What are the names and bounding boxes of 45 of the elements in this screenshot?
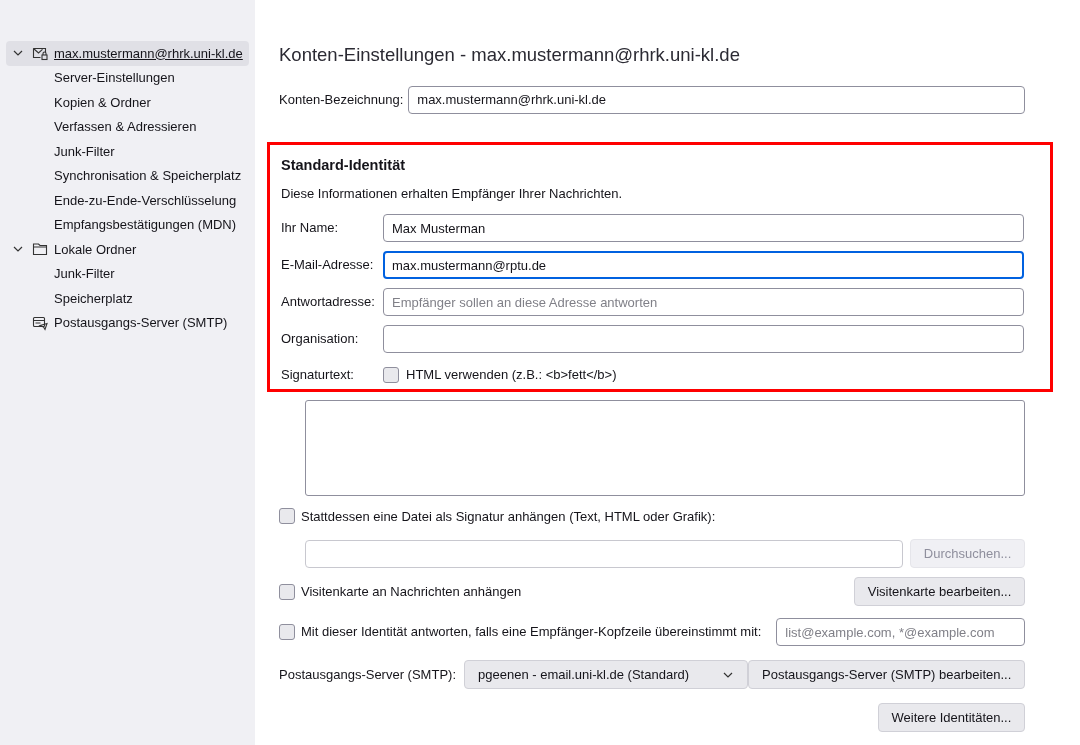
more-identities-button[interactable]: Weitere Identitäten... xyxy=(877,703,1026,732)
checkbox[interactable] xyxy=(279,624,295,640)
input-field[interactable]: max.mustermann@rptu.de xyxy=(383,251,1025,279)
checkbox[interactable] xyxy=(383,366,399,383)
tree-item[interactable]: max.mustermann@rhrk.uni-kl.de xyxy=(6,41,249,66)
field-label: Postausgangs-Server (SMTP): xyxy=(279,665,456,684)
field-label: Signaturtext: xyxy=(281,366,355,384)
tree-item[interactable]: Postausgangs-Server (SMTP) xyxy=(6,310,249,335)
tree-item[interactable]: Kopien & Ordner xyxy=(6,90,249,115)
input-field[interactable]: Empfänger sollen an diese Adresse antworten xyxy=(383,288,1025,316)
file-path-field[interactable] xyxy=(305,539,904,568)
page-title: Konten-Einstellungen - max.mustermann@rhrk.uni-kl.de xyxy=(279,43,741,67)
checkbox-label[interactable]: Stattdessen eine Datei als Signatur anhängen (Text, HTML oder Grafik): xyxy=(301,506,716,526)
field-label: E-Mail-Adresse: xyxy=(281,256,375,275)
dropdown[interactable]: pgeenen - email.uni-kl.de (Standard) xyxy=(464,660,748,689)
checkbox-label[interactable]: HTML verwenden (z.B.: <b>fett</b>) xyxy=(406,365,617,385)
tree-item[interactable]: Lokale Ordner xyxy=(6,237,249,262)
field-label: Konten-Bezeichnung: xyxy=(279,91,404,109)
tree-item[interactable]: Ende-zu-Ende-Verschlüsselung xyxy=(6,188,249,213)
tree-item[interactable]: Server-Einstellungen xyxy=(6,65,249,90)
tree-item[interactable]: Speicherplatz xyxy=(6,286,249,311)
checkbox-label[interactable]: Mit dieser Identität antworten, falls eine Empfänger-Kopfzeile übereinstimmt mit: xyxy=(301,622,762,642)
tree-item[interactable]: Junk-Filter xyxy=(6,261,249,286)
tree-item[interactable]: Empfangsbestätigungen (MDN) xyxy=(6,212,249,237)
input-field[interactable]: max.mustermann@rhrk.uni-kl.de xyxy=(408,85,1026,114)
outbox-icon xyxy=(32,314,48,331)
edit-vcard-button[interactable]: Visitenkarte bearbeiten... xyxy=(853,577,1026,606)
folder-icon xyxy=(32,241,48,258)
field-label: Organisation: xyxy=(281,330,360,349)
tree-item[interactable]: Junk-Filter xyxy=(6,139,249,164)
tree-item[interactable]: Synchronisation & Speicherplatz xyxy=(6,163,249,188)
checkbox[interactable] xyxy=(279,583,295,600)
field-label: Antwortadresse: xyxy=(281,293,376,312)
input-field[interactable]: Max Musterman xyxy=(383,214,1025,242)
edit-smtp-button[interactable]: Postausgangs-Server (SMTP) bearbeiten... xyxy=(748,660,1026,689)
signature-textarea[interactable] xyxy=(305,399,1026,496)
field-label: Ihr Name: xyxy=(281,219,340,238)
mail-account-icon xyxy=(32,45,48,62)
checkbox[interactable] xyxy=(279,508,295,525)
input-field[interactable] xyxy=(383,325,1025,353)
tree-item[interactable]: Verfassen & Adressieren xyxy=(6,114,249,139)
input-field[interactable]: list@example.com, *@example.com xyxy=(776,618,1026,646)
section-heading: Standard-Identität xyxy=(281,155,407,175)
section-description: Diese Informationen erhalten Empfänger Ihrer Nachrichten. xyxy=(281,184,624,203)
checkbox-label[interactable]: Visitenkarte an Nachrichten anhängen xyxy=(301,581,522,602)
